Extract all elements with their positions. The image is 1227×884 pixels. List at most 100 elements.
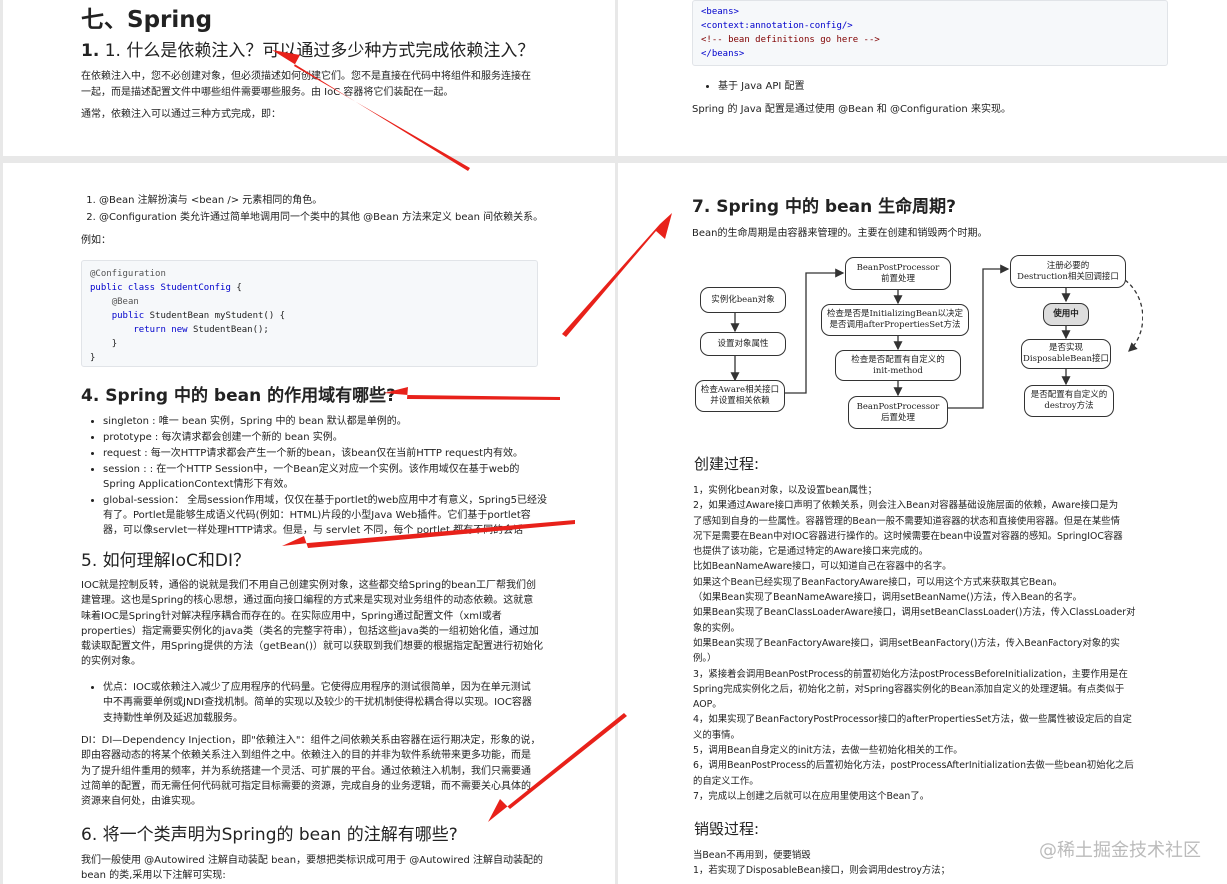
code-line: <!-- bean definitions go here --> xyxy=(701,35,880,45)
list-item: @Bean 注解扮演与 <bean /> 元素相同的角色。 xyxy=(99,193,599,209)
text-line: 在依赖注入中，您不必创建对象，但必须描述如何创建它们。您不是直接在代码中将组件和… xyxy=(81,71,531,82)
text-line: 当Bean不再用到，便要销毁 xyxy=(693,850,811,861)
code-classname: StudentConfig xyxy=(160,283,231,293)
paragraph-java-config: Spring 的 Java 配置是通过使用 @Bean 和 @Configura… xyxy=(692,104,1011,115)
list-item: prototype : 每次请求都会创建一个新的 bean 实例。 xyxy=(103,430,603,445)
diagram-node-bpp-after: BeanPostProcessor 后置处理 xyxy=(848,396,948,429)
text-line: 7，完成以上创建之后就可以在应用里使用这个Bean了。 xyxy=(693,790,930,802)
page-bottom-right: 7. Spring 中的 bean 生命周期? Bean的生命周期是由容器来管理… xyxy=(618,163,1227,884)
annotation-list: @Bean 注解扮演与 <bean /> 元素相同的角色。 @Configura… xyxy=(79,193,599,226)
list-item: global-session： 全局session作用域，仅仅在基于portle… xyxy=(103,493,603,538)
heading-q7: 7. Spring 中的 bean 生命周期? xyxy=(692,192,956,217)
scope-list: singleton : 唯一 bean 实例，Spring 中的 bean 默认… xyxy=(83,414,603,539)
text-line: 我们一般使用 @Autowired 注解自动装配 bean，要想把类标识成可用于… xyxy=(81,855,543,866)
text-line: bean 的类,采用以下注解可实现: xyxy=(81,870,226,882)
diagram-node-aware: 检查Aware相关接口 并设置相关依赖 xyxy=(695,380,785,412)
heading-q5: 5. 如何理解IoC和DI？ xyxy=(81,551,251,571)
code-text: { xyxy=(230,283,242,293)
node-text: destroy方法 xyxy=(1044,401,1094,411)
page-top-right: <beans> <context:annotation-config/> <!-… xyxy=(618,0,1227,156)
node-text: 前置处理 xyxy=(880,273,915,284)
code-line: </beans> xyxy=(701,49,745,59)
text-line: 如果Bean实现了BeanFactoryAware接口，调用setBeanFac… xyxy=(693,637,1120,649)
diagram-node-bpp-before: BeanPostProcessor 前置处理 xyxy=(845,257,951,290)
code-keyword: public xyxy=(111,311,145,321)
text-line: 有了。Portlet是能够生成语义代码(例如：HTML)片段的小型Java We… xyxy=(103,510,531,521)
text-line: properties）指定需要实例化的java类（类名的完整字符串），包括这些j… xyxy=(81,625,539,637)
text-line: （如果Bean实现了BeanNameAware接口，调用setBeanName(… xyxy=(693,592,1082,604)
paragraph-di-intro: 在依赖注入中，您不必创建对象，但必须描述如何创建它们。您不是直接在代码中将组件和… xyxy=(81,69,541,100)
heading-q1: 1. 1. 什么是依赖注入？可以通过多少种方式完成依赖注入？ xyxy=(81,41,535,61)
node-text: Destruction相关回调接口 xyxy=(1017,271,1119,282)
text-line: 比如BeanNameAware接口，可以知道自己在容器中的名字。 xyxy=(693,561,952,573)
paragraph-di-ways: 通常，依赖注入可以通过三种方式完成，即： xyxy=(81,109,281,120)
code-block-java: @Configuration public class StudentConfi… xyxy=(81,260,538,367)
diagram-node-destroy-method: 是否配置有自定义的 destroy方法 xyxy=(1024,385,1114,417)
node-text: 是否调用afterPropertiesSet方法 xyxy=(829,320,961,330)
code-line: <beans> xyxy=(701,7,739,17)
diagram-node-set-properties: 设置对象属性 xyxy=(700,332,786,356)
code-keyword: return new xyxy=(133,325,188,335)
node-text: BeanPostProcessor xyxy=(856,401,940,412)
text-line: 载读取配置文件，用Spring提供的方法（getBean()）就可以获取到我们想… xyxy=(81,641,543,653)
text-line: 如果这个Bean已经实现了BeanFactoryAware接口，可以用这个方式来… xyxy=(693,576,1063,588)
heading-q4: 4. Spring 中的 bean 的作用域有哪些? xyxy=(81,381,396,406)
diagram-node-in-use: 使用中 xyxy=(1043,303,1089,326)
text-line: 建管理。这也是Spring的核心思想，通过面向接口编程的方式来是实现对业务组件的… xyxy=(81,595,534,607)
text-line: 象的实例。 xyxy=(693,622,740,634)
text-line: IOC就是控制反转，通俗的说就是我们不用自己创建实例对象，这些都交给Spring… xyxy=(81,580,537,591)
code-block-xml: <beans> <context:annotation-config/> <!-… xyxy=(692,0,1168,66)
list-item: singleton : 唯一 bean 实例，Spring 中的 bean 默认… xyxy=(103,414,603,429)
text-line: DI：DI—Dependency Injection，即"依赖注入"：组件之间依… xyxy=(81,735,541,746)
code-line: <context:annotation-config/> xyxy=(701,21,853,31)
diagram-node-disposable-bean: 是否实现 DisposableBean接口 xyxy=(1021,339,1111,369)
code-text: StudentBean myStudent() { xyxy=(144,311,286,321)
node-text: 是否配置有自定义的 xyxy=(1030,390,1108,400)
code-line: @Configuration xyxy=(90,269,166,279)
text-line: 况下是需要在Bean中对IOC容器进行操作的。这时候需要在bean中设置对容器的… xyxy=(693,530,1123,542)
code-line: } xyxy=(90,353,96,363)
text-line: 支持勤性单例及延迟加载服务。 xyxy=(103,712,243,724)
text-line: 也提供了该功能，它是通过特定的Aware接口来完成的。 xyxy=(693,546,929,558)
paragraph-di: DI：DI—Dependency Injection，即"依赖注入"：组件之间依… xyxy=(81,733,611,809)
advantage-list: 优点：IOC或依赖注入减少了应用程序的代码量。它使得应用程序的测试很简单，因为在… xyxy=(83,680,603,727)
node-text: 是否实现 xyxy=(1048,343,1083,353)
code-line: } xyxy=(111,339,118,349)
text-line: 义的事情。 xyxy=(693,729,740,741)
code-line: @Bean xyxy=(111,297,139,307)
text-line: 4，如果实现了BeanFactoryPostProcessor接口的afterP… xyxy=(693,714,1132,726)
text-line: 器，可以像servlet一样处理HTTP请求。但是，与 servlet 不同，每… xyxy=(103,525,524,536)
text-line: 5，调用Bean自身定义的init方法，去做一些初始化相关的工作。 xyxy=(693,745,963,757)
heading-q1-text: 1. 什么是依赖注入？可以通过多少种方式完成依赖注入？ xyxy=(104,41,535,61)
heading-q6: 6. 将一个类声明为Spring的 bean 的注解有哪些? xyxy=(81,825,458,845)
heading-destroy-process: 销毁过程: xyxy=(694,820,760,838)
list-item: 基于 Java API 配置 xyxy=(718,79,804,95)
heading-q4-text: 4. Spring 中的 bean 的作用域有哪些? xyxy=(81,386,396,406)
paragraph-ioc: IOC就是控制反转，通俗的说就是我们不用自己创建实例对象，这些都交给Spring… xyxy=(81,578,611,670)
example-label: 例如： xyxy=(81,235,111,246)
node-text: DisposableBean接口 xyxy=(1023,354,1109,364)
text-line: 1，实例化bean对象，以及设置bean属性； xyxy=(693,485,878,496)
text-line: 一起，而是描述配置文件中哪些组件需要哪些服务。由 IoC 容器将它们装配在一起。 xyxy=(81,86,454,98)
node-text: 注册必要的 xyxy=(1046,260,1090,271)
paragraph-lifecycle-intro: Bean的生命周期是由容器来管理的。主要在创建和销毁两个时期。 xyxy=(692,228,988,239)
text-line: 3，紧接着会调用BeanPostProcess的前置初始化方法postProce… xyxy=(693,668,1128,680)
text-line: 例。） xyxy=(693,653,717,665)
node-text: init-method xyxy=(873,365,923,376)
list-item: 优点：IOC或依赖注入减少了应用程序的代码量。它使得应用程序的测试很简单，因为在… xyxy=(103,680,603,726)
node-text: 检查是否配置有自定义的 xyxy=(851,354,945,365)
create-process-text: 1，实例化bean对象，以及设置bean属性； 2，如果通过Aware接口声明了… xyxy=(693,483,1136,804)
section-title: 七、Spring xyxy=(81,7,213,33)
text-line: global-session： 全局session作用域，仅仅在基于portle… xyxy=(103,495,547,506)
list-item: @Configuration 类允许通过简单地调用同一个类中的其他 @Bean … xyxy=(99,210,599,226)
text-line: Spring ApplicationContext情形下有效。 xyxy=(103,479,294,490)
list-item: session : : 在一个HTTP Session中，一个Bean定义对应一… xyxy=(103,462,603,492)
node-text: 后置处理 xyxy=(880,412,915,423)
text-line: 为了提升组件重用的频率，并为系统搭建一个灵活、可扩展的平台。通过依赖注入机制，我… xyxy=(81,765,531,777)
text-line: 优点：IOC或依赖注入减少了应用程序的代码量。它使得应用程序的测试很简单，因为在… xyxy=(103,682,531,693)
diagram-node-init-method: 检查是否配置有自定义的 init-method xyxy=(835,350,961,381)
lifecycle-diagram: 实例化bean对象 设置对象属性 检查Aware相关接口 并设置相关依赖 Bean… xyxy=(693,253,1143,438)
node-text: 检查Aware相关接口 xyxy=(700,385,780,395)
text-line: 如果Bean实现了BeanClassLoaderAware接口，调用setBea… xyxy=(693,607,1136,619)
diagram-node-initializing-bean: 检查是否是InitializingBean以决定 是否调用afterPropert… xyxy=(821,304,969,336)
